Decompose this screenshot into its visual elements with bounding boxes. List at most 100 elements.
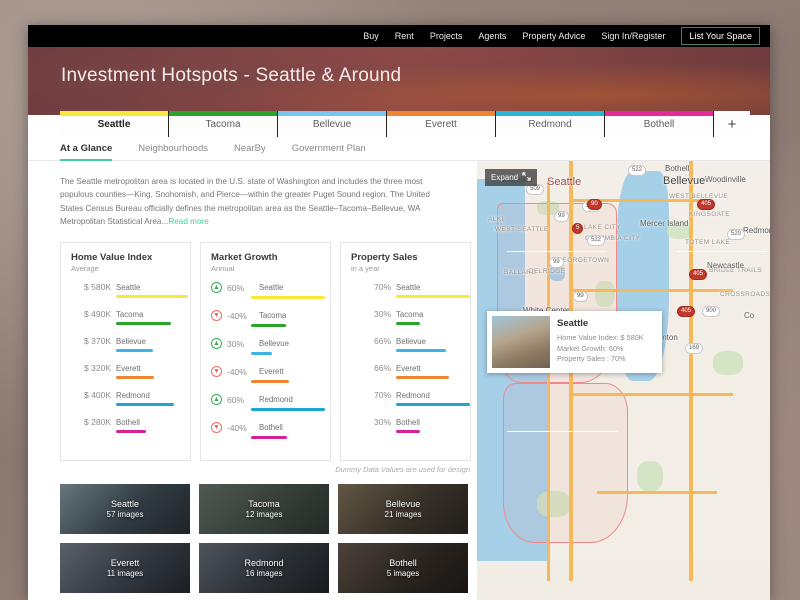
section-tab-at-a-glance[interactable]: At a Glance [60,137,112,161]
highway-i405 [689,161,693,581]
nav-link-sign-in-register[interactable]: Sign In/Register [601,31,665,41]
city-tab-color-bar [605,111,713,116]
map-label: Redmond [743,226,770,235]
popup-thumbnail-image [492,316,550,368]
stat-row: $ 370KBellevue [71,336,180,352]
nav-link-buy[interactable]: Buy [363,31,379,41]
stat-row: 66%Bellevue [351,336,460,352]
gallery-tile-bothell[interactable]: Bothell5 images [338,543,468,593]
gallery-tile-everett[interactable]: Everett11 images [60,543,190,593]
stat-bar [116,403,174,406]
stat-row: $ 280K Bothell [71,417,180,433]
popup-property-sales: Property Sales : 70% [557,354,644,365]
city-tab-seattle[interactable]: Seattle [60,111,169,137]
nav-link-rent[interactable]: Rent [395,31,414,41]
city-tab-label: Bellevue [313,119,351,130]
gallery-tile-redmond[interactable]: Redmond16 images [199,543,329,593]
stat-city-name: Everett [259,367,284,376]
stat-value: 60% [227,283,254,293]
stat-bar [251,324,286,327]
city-tab-label: Seattle [98,119,131,130]
gallery-tile-count: 57 images [107,510,144,519]
expand-map-button[interactable]: Expand [485,169,537,186]
stat-value: 66% [351,336,391,346]
stat-city-name: Redmond [116,391,150,400]
highway-south-connector [597,491,717,494]
stat-card-market-growth: Market GrowthAnnual▲60%Seattle▼-40%Tacom… [200,242,331,461]
city-tab-label: Bothell [644,119,675,130]
gallery-tile-title: Bothell [389,558,417,568]
stat-row: 70%Redmond [351,390,460,406]
trend-up-icon: ▲ [211,394,222,405]
stat-bar [396,322,420,325]
stat-city-name: Tacoma [259,311,286,320]
stat-value: -40% [227,311,254,321]
stat-card-title: Property Sales [351,252,460,263]
map-route-shield: 99 [573,291,588,302]
stat-value: -40% [227,423,254,433]
stat-city-name: Seattle [259,283,283,292]
stat-row: 70%Seattle [351,282,460,298]
stat-city-name: Everett [116,364,141,373]
map-label: Newcastle [707,261,744,270]
map-label: TOTEM LAKE [685,239,730,246]
map-canvas[interactable]: ShorelineBothellWoodinvilleLAKE CITYKING… [477,161,770,600]
stat-value: $ 280K [71,417,111,427]
stat-value: $ 320K [71,363,111,373]
stat-row: ▼-40%Everett [211,366,320,383]
gallery-tile-seattle[interactable]: Seattle57 images [60,484,190,534]
section-tab-government-plan[interactable]: Government Plan [292,137,366,161]
list-your-space-button[interactable]: List Your Space [681,27,760,45]
stat-row: 66%Everett [351,363,460,379]
nav-link-property-advice[interactable]: Property Advice [522,31,585,41]
stat-value: 70% [351,282,391,292]
local-road [507,251,607,252]
stat-row: $ 400K Redmond [71,390,180,406]
stat-bar [251,352,272,355]
gallery-tile-title: Redmond [244,558,283,568]
trend-up-icon: ▲ [211,338,222,349]
nav-link-projects[interactable]: Projects [430,31,463,41]
stat-bar [396,430,420,433]
park-area [637,461,663,491]
read-more-link[interactable]: Read more [168,217,209,226]
map-route-shield: 99 [554,211,569,222]
gallery-tile-count: 5 images [387,569,419,578]
stat-value: $ 580K [71,282,111,292]
map-label: ALKI [488,216,504,223]
city-tab-bellevue[interactable]: Bellevue [278,111,387,137]
map-info-popup[interactable]: Seattle Home Value Index: $ 580K Market … [487,311,662,373]
section-tab-neighbourhoods[interactable]: Neighbourhoods [138,137,208,161]
section-tab-nearby[interactable]: NearBy [234,137,266,161]
stat-bar [251,296,325,299]
popup-market-growth: Market Growth: 60% [557,344,644,355]
add-city-tab-button[interactable]: + [714,111,750,137]
local-road [507,431,617,432]
stat-row: $ 580KSeattle [71,282,180,298]
gallery-tile-tacoma[interactable]: Tacoma12 images [199,484,329,534]
stat-value: 60% [227,395,254,405]
stat-bar [251,380,289,383]
gallery-tile-bellevue[interactable]: Bellevue21 images [338,484,468,534]
city-tab-bothell[interactable]: Bothell [605,111,714,137]
stat-row: $ 490KTacoma [71,309,180,325]
city-tab-everett[interactable]: Everett [387,111,496,137]
map-route-shield: 90 [587,199,602,210]
stat-card-title: Home Value Index [71,252,180,263]
stat-bar [251,436,287,439]
map-route-shield: 405 [697,199,715,210]
map-route-shield: 169 [685,343,703,354]
stat-city-name: Redmond [396,391,430,400]
hero-banner: Investment Hotspots - Seattle & Around [28,47,770,115]
city-tab-redmond[interactable]: Redmond [496,111,605,137]
city-tab-bar: Seattle Tacoma Bellevue EverettRedmond Bothe… [28,111,770,137]
trend-down-icon: ▼ [211,422,222,433]
gallery-tile-count: 12 images [246,510,283,519]
nav-link-agents[interactable]: Agents [478,31,506,41]
stat-city-name: Bothell [116,418,140,427]
city-tab-tacoma[interactable]: Tacoma [169,111,278,137]
stat-row: ▼-40%Bothell [211,422,320,439]
stat-city-name: Bellevue [116,337,146,346]
popup-home-value: Home Value Index: $ 580K [557,333,644,344]
stat-value: $ 400K [71,390,111,400]
